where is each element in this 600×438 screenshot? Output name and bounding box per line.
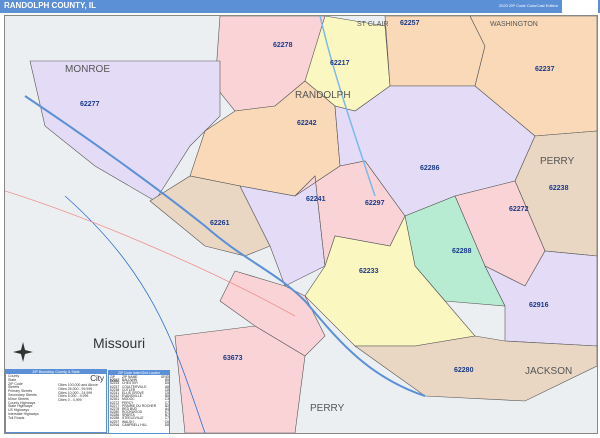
county-label: ST CLAIR	[357, 21, 388, 28]
zip-label: 62242	[297, 120, 317, 127]
edition-label: 2020 ZIP Code ColorCast Edition	[498, 3, 558, 8]
state-label: Missouri	[93, 335, 145, 351]
county-label: RANDOLPH	[295, 90, 351, 101]
zip-index: ZIP Code Index/Grid Locator ZIP CODE ZIP …	[108, 370, 170, 434]
zip-label: 62241	[306, 196, 326, 203]
zip-label: 62217	[330, 60, 350, 67]
publisher-logo	[562, 0, 598, 13]
zip-label: 62288	[452, 248, 472, 255]
zip-label: 62297	[365, 200, 385, 207]
zip-index-cell: CAMPBELL HILL	[122, 422, 148, 427]
zip-index-row: 62916 CAMPBELL HILL D8	[109, 422, 169, 427]
zip-label: 62238	[549, 185, 569, 192]
zip-label: 62286	[420, 165, 440, 172]
zip-index-cell: D8	[164, 422, 169, 427]
map-title: RANDOLPH COUNTY, IL	[4, 1, 96, 10]
zip-label: 62280	[454, 367, 474, 374]
zip-label: 62237	[535, 66, 555, 73]
zip-label: 63673	[223, 355, 243, 362]
zip-label: 62916	[529, 302, 549, 309]
county-label: MONROE	[65, 64, 110, 75]
legend-city-row: Cities 0 - 4,999	[58, 398, 82, 403]
county-label: WASHINGTON	[490, 21, 538, 28]
legend-row: Toll Roads	[8, 415, 25, 420]
zip-label: 62233	[359, 268, 379, 275]
county-label: PERRY	[540, 156, 575, 167]
city-sample: City	[90, 374, 104, 383]
header-bar: RANDOLPH COUNTY, IL 2020 ZIP Code ColorC…	[0, 0, 600, 13]
county-label: PERRY	[310, 403, 345, 414]
zip-label: 62278	[273, 42, 293, 49]
zip-label: 62272	[509, 206, 529, 213]
county-label: JACKSON	[525, 366, 572, 377]
zip-label: 62261	[210, 220, 230, 227]
map-legend: ZIP Boundary, County, & State County Sta…	[5, 369, 107, 433]
zip-label: 62277	[80, 101, 100, 108]
zip-label: 62257	[400, 20, 420, 27]
zip-index-cell: 62916	[110, 422, 120, 427]
